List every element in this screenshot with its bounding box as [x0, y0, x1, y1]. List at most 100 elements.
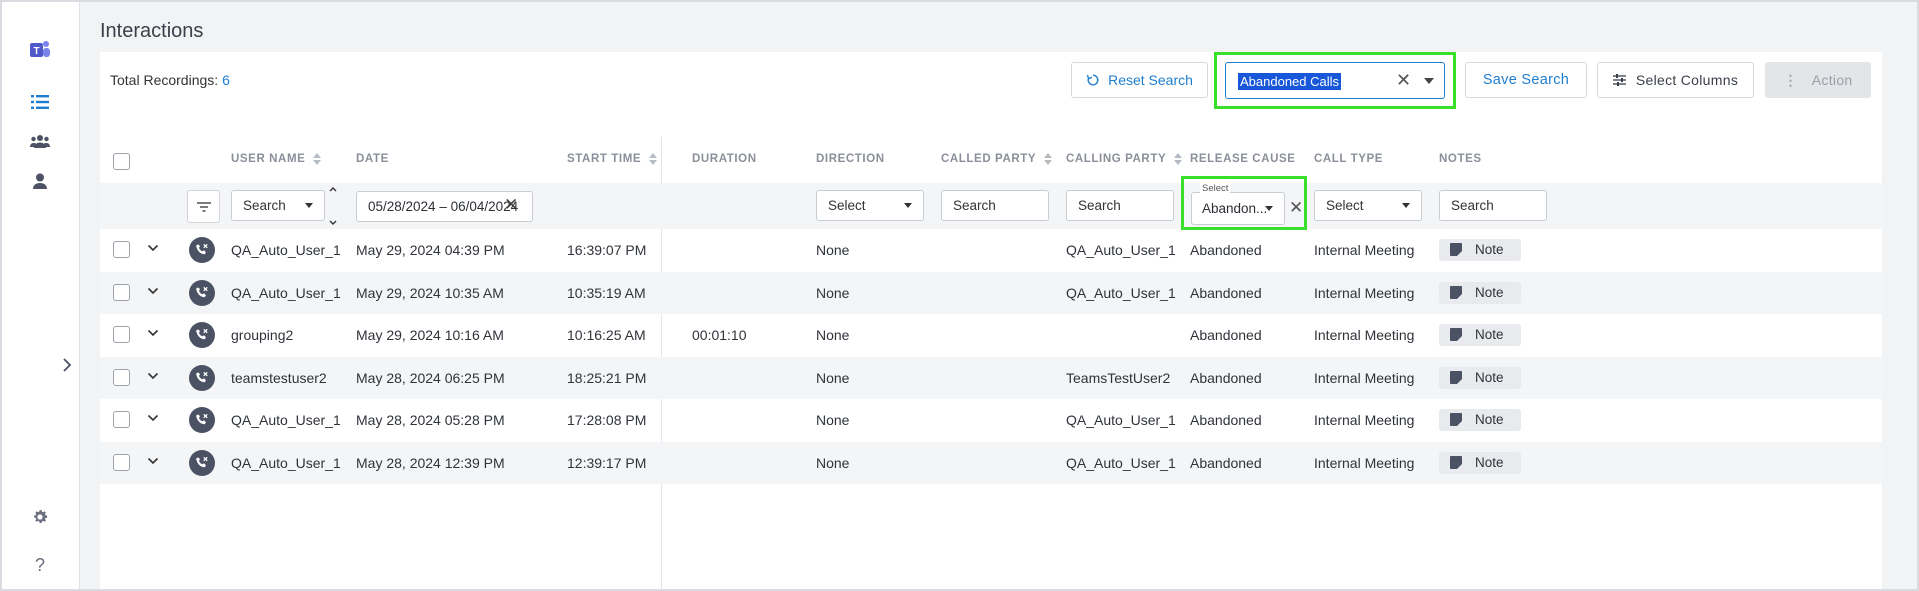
cell-calling-party: QA_Auto_User_1 [1066, 454, 1176, 471]
cell-duration: 00:01:10 [692, 327, 747, 343]
cell-date: May 28, 2024 05:28 PM [356, 412, 505, 428]
row-checkbox[interactable] [113, 283, 130, 301]
cell-date: May 29, 2024 04:39 PM [356, 242, 505, 258]
cell-call-type: Internal Meeting [1314, 327, 1415, 343]
cell-calling-party: QA_Auto_User_1 [1066, 412, 1176, 428]
header-start-time[interactable]: START TIME [567, 153, 658, 165]
cell-release-cause: Abandoned [1190, 412, 1262, 428]
saved-search-select[interactable]: Abandoned Calls ✕ [1225, 62, 1445, 99]
chevron-down-icon[interactable] [147, 370, 159, 382]
sort-icon[interactable] [649, 153, 658, 165]
cell-user-name: QA_Auto_User_1 [231, 242, 341, 258]
select-all-checkbox[interactable] [113, 153, 130, 170]
note-button[interactable]: Note [1439, 239, 1521, 261]
reset-icon [1086, 74, 1099, 86]
row-checkbox[interactable] [113, 453, 130, 471]
help-icon[interactable]: ? [26, 551, 54, 579]
note-label: Note [1475, 412, 1504, 427]
header-called-party[interactable]: CALLED PARTY [941, 153, 1053, 165]
clear-icon[interactable]: ✕ [1396, 70, 1411, 91]
table-row[interactable]: QA_Auto_User_1 May 28, 2024 12:39 PM 12:… [100, 441, 1882, 484]
cell-call-type: Internal Meeting [1314, 284, 1415, 301]
cell-calling-party: TeamsTestUser2 [1066, 369, 1171, 386]
cell-date: May 29, 2024 10:35 AM [356, 284, 504, 301]
chevron-down-icon[interactable] [147, 285, 159, 297]
filter-icon[interactable] [187, 190, 220, 223]
row-checkbox[interactable] [113, 326, 130, 343]
cell-start-time: 10:16:25 AM [567, 327, 646, 343]
cell-release-cause: Abandoned [1190, 454, 1262, 471]
note-button[interactable]: Note [1439, 281, 1521, 304]
page-title: Interactions [100, 20, 204, 42]
chevron-down-icon[interactable] [147, 455, 159, 467]
call-type-filter[interactable]: Select [1314, 190, 1422, 221]
interactions-panel: Total Recordings: 6 Reset Search Abandone… [100, 52, 1882, 589]
interactions-list-icon[interactable] [26, 88, 54, 116]
user-name-filter[interactable]: Search [231, 190, 325, 221]
header-notes: NOTES [1439, 153, 1482, 165]
header-direction: DIRECTION [816, 153, 885, 165]
sort-icon[interactable] [1174, 153, 1183, 165]
calling-party-filter[interactable]: Search [1066, 190, 1174, 221]
settings-icon[interactable] [26, 503, 54, 531]
header-calling-party[interactable]: CALLING PARTY [1066, 153, 1183, 165]
table-row[interactable]: teamstestuser2 May 28, 2024 06:25 PM 18:… [100, 356, 1882, 399]
row-checkbox[interactable] [113, 411, 130, 428]
scroll-stepper[interactable] [328, 183, 338, 229]
header-date: DATE [356, 153, 389, 165]
saved-search-value: Abandoned Calls [1238, 73, 1342, 90]
groups-icon[interactable] [26, 127, 54, 155]
missed-call-icon [189, 407, 215, 433]
action-button[interactable]: ⋮ Action [1765, 62, 1871, 98]
note-label: Note [1475, 284, 1504, 300]
note-icon [1450, 455, 1462, 469]
sliders-icon [1612, 74, 1626, 86]
direction-filter[interactable]: Select [816, 190, 924, 221]
note-button[interactable]: Note [1439, 409, 1521, 431]
chevron-right-icon[interactable] [62, 358, 78, 374]
cell-call-type: Internal Meeting [1314, 369, 1415, 386]
caret-down-icon[interactable] [1424, 78, 1434, 84]
note-button[interactable]: Note [1439, 451, 1521, 474]
chevron-down-icon[interactable] [147, 327, 159, 339]
note-label: Note [1475, 327, 1504, 342]
clear-date-icon[interactable]: ✕ [504, 195, 518, 215]
note-button[interactable]: Note [1439, 366, 1521, 389]
row-checkbox[interactable] [113, 368, 130, 386]
clear-release-cause-icon[interactable]: ✕ [1289, 198, 1303, 218]
row-checkbox[interactable] [113, 241, 130, 258]
table-row[interactable]: grouping2 May 29, 2024 10:16 AM 10:16:25… [100, 314, 1882, 356]
notes-filter[interactable]: Search [1439, 190, 1547, 221]
cell-start-time: 10:35:19 AM [567, 284, 646, 301]
release-cause-legend: Select [1200, 183, 1231, 194]
reset-search-label: Reset Search [1108, 72, 1193, 88]
table-row[interactable]: QA_Auto_User_1 May 29, 2024 04:39 PM 16:… [100, 229, 1882, 271]
cell-direction: None [816, 412, 850, 428]
select-columns-button[interactable]: Select Columns [1597, 62, 1754, 98]
more-vertical-icon: ⋮ [1783, 71, 1798, 88]
teams-logo-icon[interactable]: T [26, 36, 54, 64]
cell-date: May 28, 2024 06:25 PM [356, 369, 505, 386]
caret-down-icon [1402, 203, 1410, 208]
reset-search-button[interactable]: Reset Search [1071, 62, 1208, 98]
called-party-filter[interactable]: Search [941, 190, 1049, 221]
release-cause-filter[interactable]: Abandon... [1191, 192, 1285, 225]
cell-release-cause: Abandoned [1190, 242, 1262, 258]
missed-call-icon [189, 322, 215, 348]
sort-icon[interactable] [313, 153, 322, 165]
caret-down-icon [904, 203, 912, 208]
note-label: Note [1475, 454, 1504, 470]
note-label: Note [1475, 369, 1504, 385]
chevron-down-icon[interactable] [147, 242, 159, 254]
cell-call-type: Internal Meeting [1314, 454, 1415, 471]
user-icon[interactable] [26, 167, 54, 195]
chevron-down-icon[interactable] [147, 412, 159, 424]
table-row[interactable]: QA_Auto_User_1 May 28, 2024 05:28 PM 17:… [100, 399, 1882, 441]
table-row[interactable]: QA_Auto_User_1 May 29, 2024 10:35 AM 10:… [100, 271, 1882, 314]
caret-down-icon [1265, 206, 1273, 211]
note-button[interactable]: Note [1439, 324, 1521, 346]
cell-calling-party: QA_Auto_User_1 [1066, 284, 1176, 301]
save-search-button[interactable]: Save Search [1465, 62, 1587, 98]
header-user-name[interactable]: USER NAME [231, 153, 322, 165]
sort-icon[interactable] [1044, 153, 1053, 165]
